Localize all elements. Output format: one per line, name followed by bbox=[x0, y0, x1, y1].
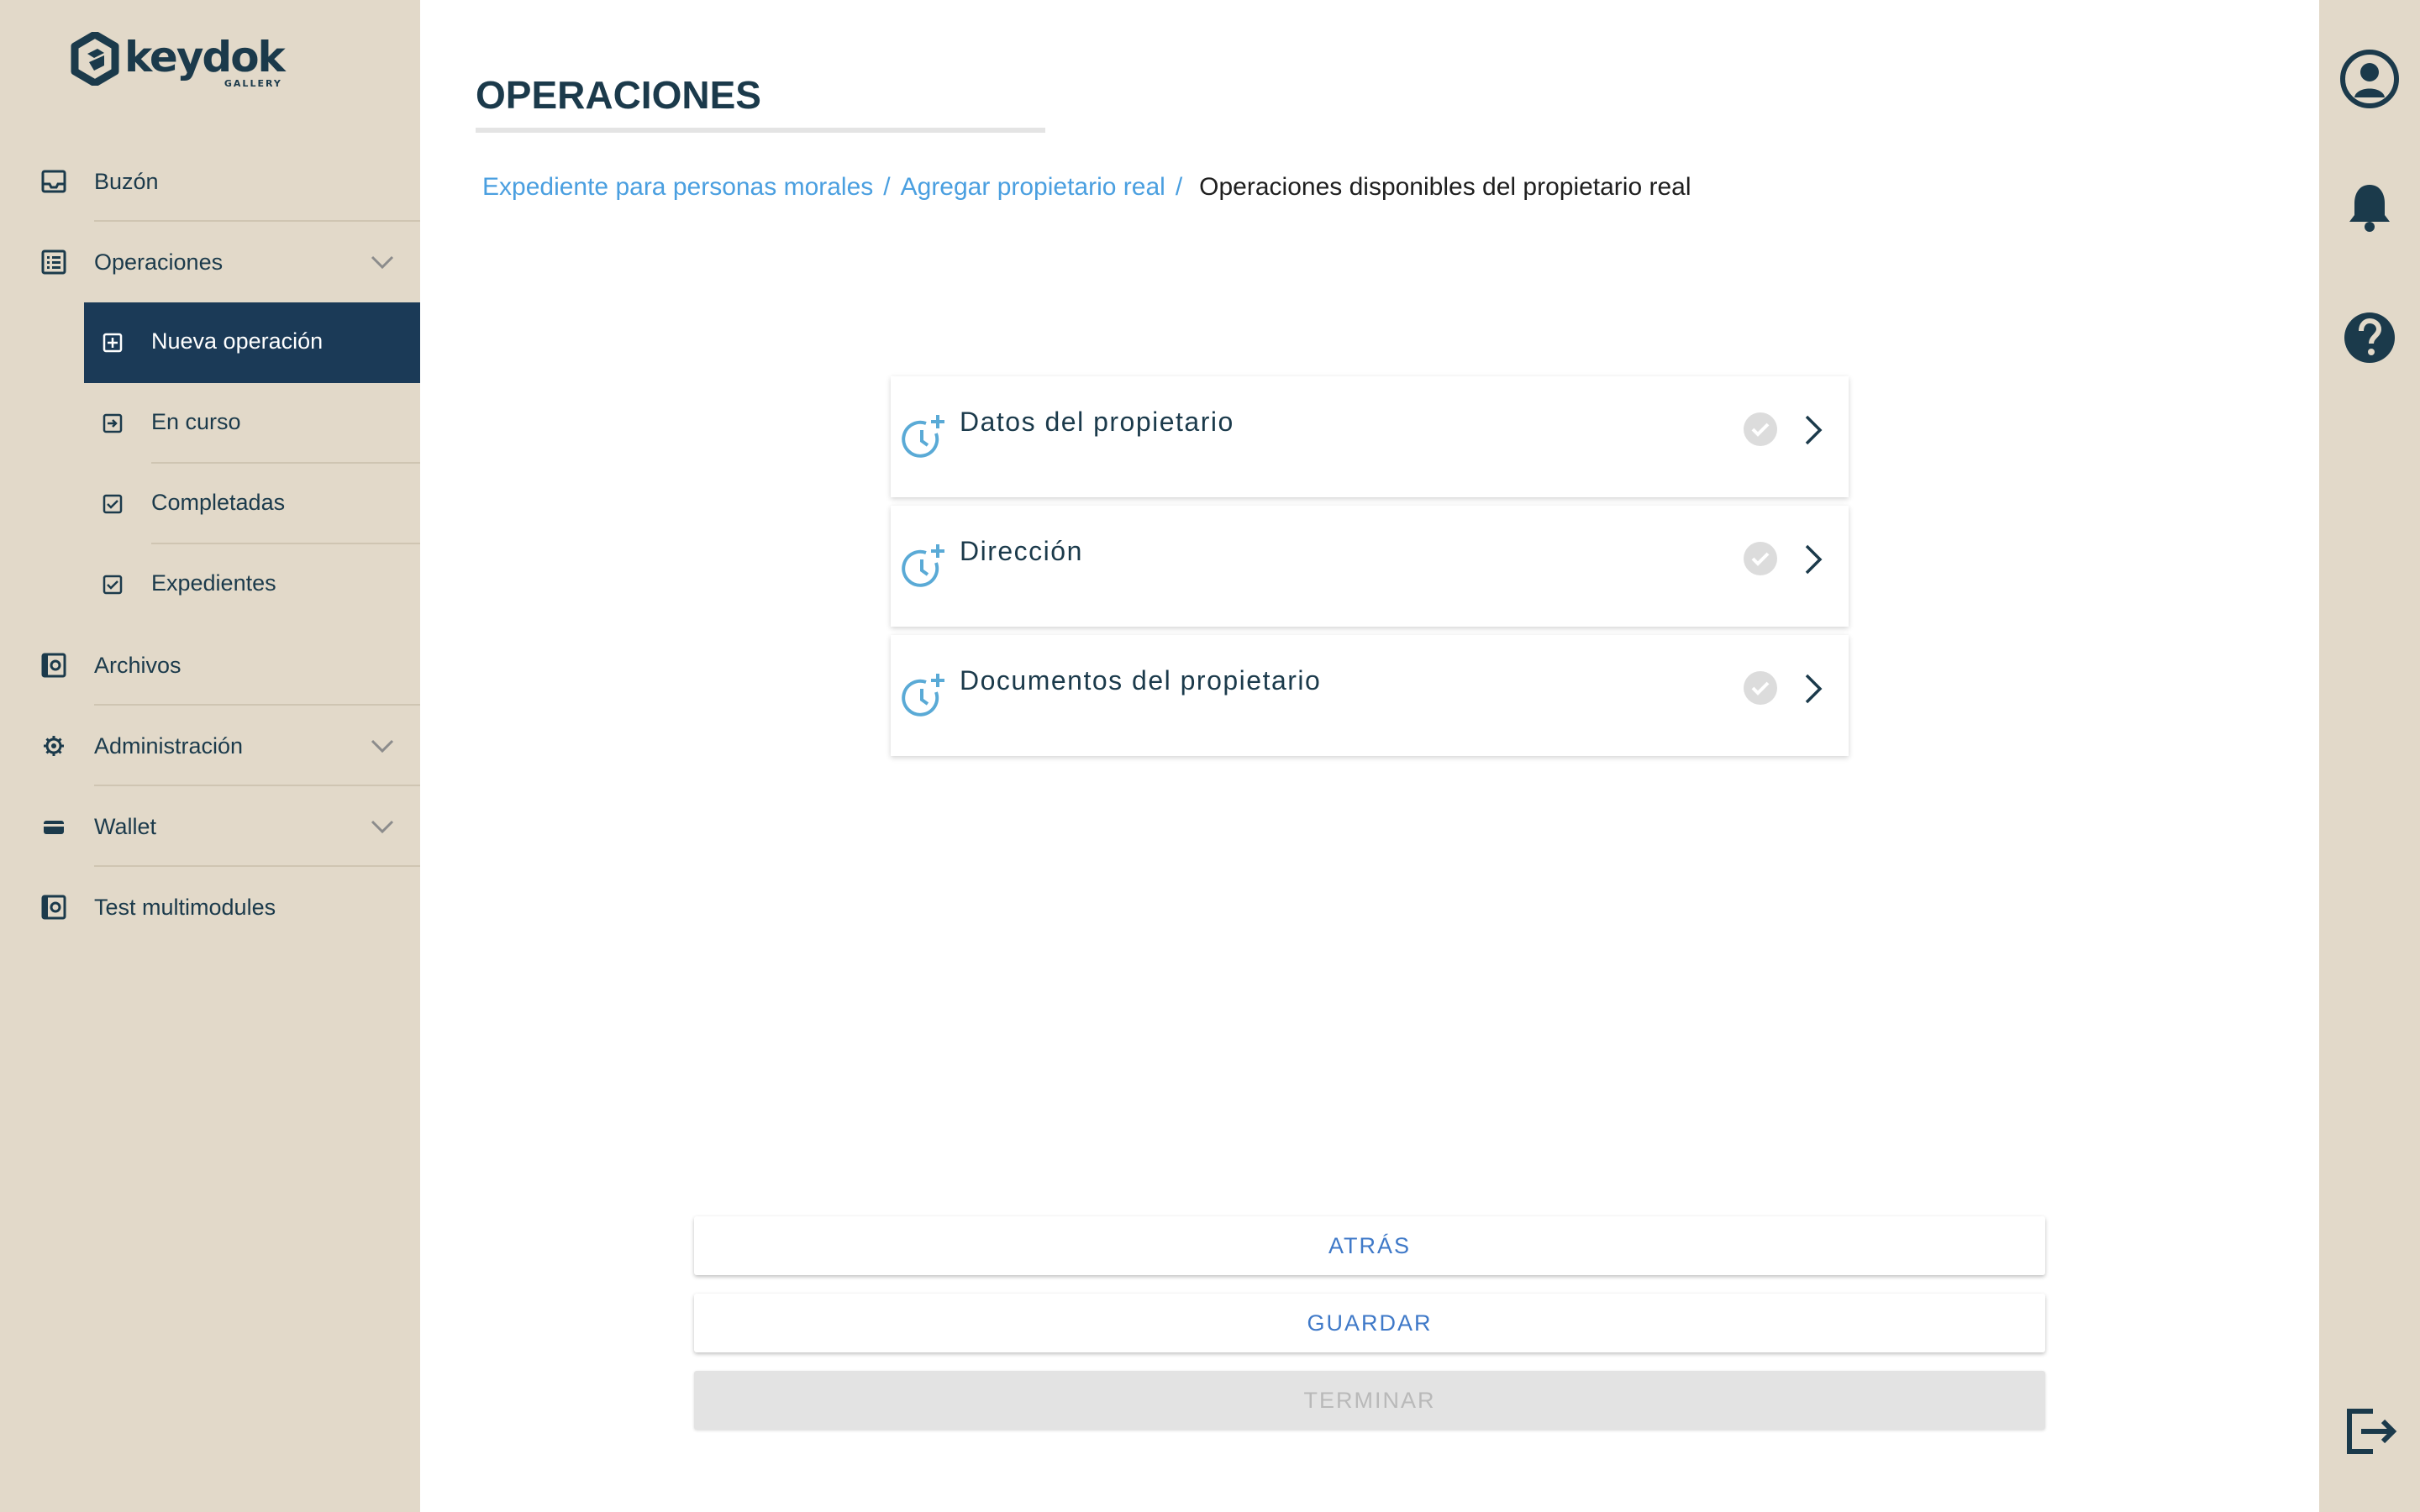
back-button[interactable]: ATRÁS bbox=[694, 1216, 2045, 1275]
right-toolbar bbox=[2319, 0, 2420, 1512]
arrow-box-icon bbox=[103, 413, 123, 433]
sidebar-item-archivos[interactable]: Archivos bbox=[0, 625, 420, 706]
sidebar-subitem-nueva-operacion[interactable]: Nueva operación bbox=[84, 302, 420, 383]
save-button[interactable]: GUARDAR bbox=[694, 1294, 2045, 1352]
operations-list: Datos del propietario Dirección Document… bbox=[891, 376, 1849, 764]
main-content: OPERACIONES Expediente para personas mor… bbox=[420, 0, 2319, 1512]
title-underline bbox=[476, 128, 1045, 133]
plus-box-icon bbox=[103, 333, 123, 353]
sidebar-nav: Buzón Operaciones Nueva operación En cur… bbox=[0, 141, 420, 948]
sidebar-subitem-completadas[interactable]: Completadas bbox=[84, 464, 420, 544]
operation-card-direccion[interactable]: Dirección bbox=[891, 506, 1849, 627]
inbox-icon bbox=[41, 170, 66, 193]
clock-plus-icon bbox=[902, 415, 944, 458]
list-icon bbox=[41, 249, 66, 275]
clock-plus-icon bbox=[902, 674, 944, 717]
breadcrumb-current: Operaciones disponibles del propietario … bbox=[1199, 173, 1691, 201]
sidebar-subitem-label: Completadas bbox=[151, 490, 286, 515]
module-icon bbox=[41, 895, 66, 920]
clock-plus-icon bbox=[902, 544, 944, 587]
sidebar-subitem-label: Expedientes bbox=[151, 570, 276, 596]
sidebar-item-label: Test multimodules bbox=[94, 894, 276, 920]
operation-card-documentos[interactable]: Documentos del propietario bbox=[891, 635, 1849, 756]
sidebar-item-label: Archivos bbox=[94, 652, 182, 678]
operation-card-datos[interactable]: Datos del propietario bbox=[891, 376, 1849, 497]
sidebar-item-operaciones[interactable]: Operaciones bbox=[0, 222, 420, 302]
sidebar-subitem-label: Nueva operación bbox=[151, 328, 324, 354]
check-box-icon bbox=[103, 575, 123, 595]
archive-icon bbox=[41, 653, 66, 678]
logout-icon[interactable] bbox=[2339, 1401, 2400, 1462]
sidebar-item-buzon[interactable]: Buzón bbox=[0, 141, 420, 222]
breadcrumb-link-agregar-propietario[interactable]: Agregar propietario real bbox=[901, 173, 1165, 202]
sidebar: keydok GALLERY Buzón Operaciones Nueva o… bbox=[0, 0, 420, 1512]
bell-icon[interactable] bbox=[2339, 178, 2400, 239]
chevron-down-icon[interactable] bbox=[370, 250, 395, 274]
sidebar-item-label: Buzón bbox=[94, 168, 159, 194]
chevron-down-icon[interactable] bbox=[370, 734, 395, 758]
check-circle-icon bbox=[1744, 542, 1777, 575]
sidebar-item-wallet[interactable]: Wallet bbox=[0, 786, 420, 867]
chevron-down-icon[interactable] bbox=[370, 815, 395, 838]
brand-logo[interactable]: keydok GALLERY bbox=[71, 32, 286, 91]
wallet-icon bbox=[44, 821, 64, 834]
operation-label: Datos del propietario bbox=[960, 407, 1234, 437]
app-root: keydok GALLERY Buzón Operaciones Nueva o… bbox=[0, 0, 2420, 1512]
chevron-right-icon bbox=[1805, 544, 1823, 575]
sidebar-item-label: Wallet bbox=[94, 813, 157, 839]
check-circle-icon bbox=[1744, 412, 1777, 446]
logo-text: keydok GALLERY bbox=[124, 33, 286, 89]
sidebar-subitem-expedientes[interactable]: Expedientes bbox=[84, 544, 420, 625]
help-icon[interactable] bbox=[2339, 307, 2400, 368]
finish-button[interactable]: TERMINAR bbox=[694, 1371, 2045, 1430]
chevron-right-icon bbox=[1805, 415, 1823, 445]
keydok-logo-icon bbox=[71, 32, 119, 86]
operation-label: Documentos del propietario bbox=[960, 665, 1322, 696]
sidebar-subitem-en-curso[interactable]: En curso bbox=[84, 383, 420, 464]
sidebar-item-test-multimodules[interactable]: Test multimodules bbox=[0, 867, 420, 948]
sidebar-subitem-label: En curso bbox=[151, 409, 241, 434]
breadcrumb-separator: / bbox=[883, 173, 891, 201]
breadcrumb: Expediente para personas morales / Agreg… bbox=[482, 173, 1691, 202]
gear-icon bbox=[44, 736, 64, 756]
sidebar-item-label: Operaciones bbox=[94, 249, 224, 275]
page-title: OPERACIONES bbox=[476, 73, 761, 117]
logo-subtitle: GALLERY bbox=[224, 78, 282, 89]
sidebar-item-label: Administración bbox=[94, 732, 244, 759]
breadcrumb-link-expediente[interactable]: Expediente para personas morales bbox=[482, 173, 873, 202]
chevron-right-icon bbox=[1805, 674, 1823, 704]
check-box-icon bbox=[103, 494, 123, 514]
operation-label: Dirección bbox=[960, 536, 1083, 566]
check-circle-icon bbox=[1744, 671, 1777, 705]
breadcrumb-separator: / bbox=[1175, 173, 1183, 201]
sidebar-item-administracion[interactable]: Administración bbox=[0, 706, 420, 786]
user-avatar-icon[interactable] bbox=[2339, 49, 2400, 109]
